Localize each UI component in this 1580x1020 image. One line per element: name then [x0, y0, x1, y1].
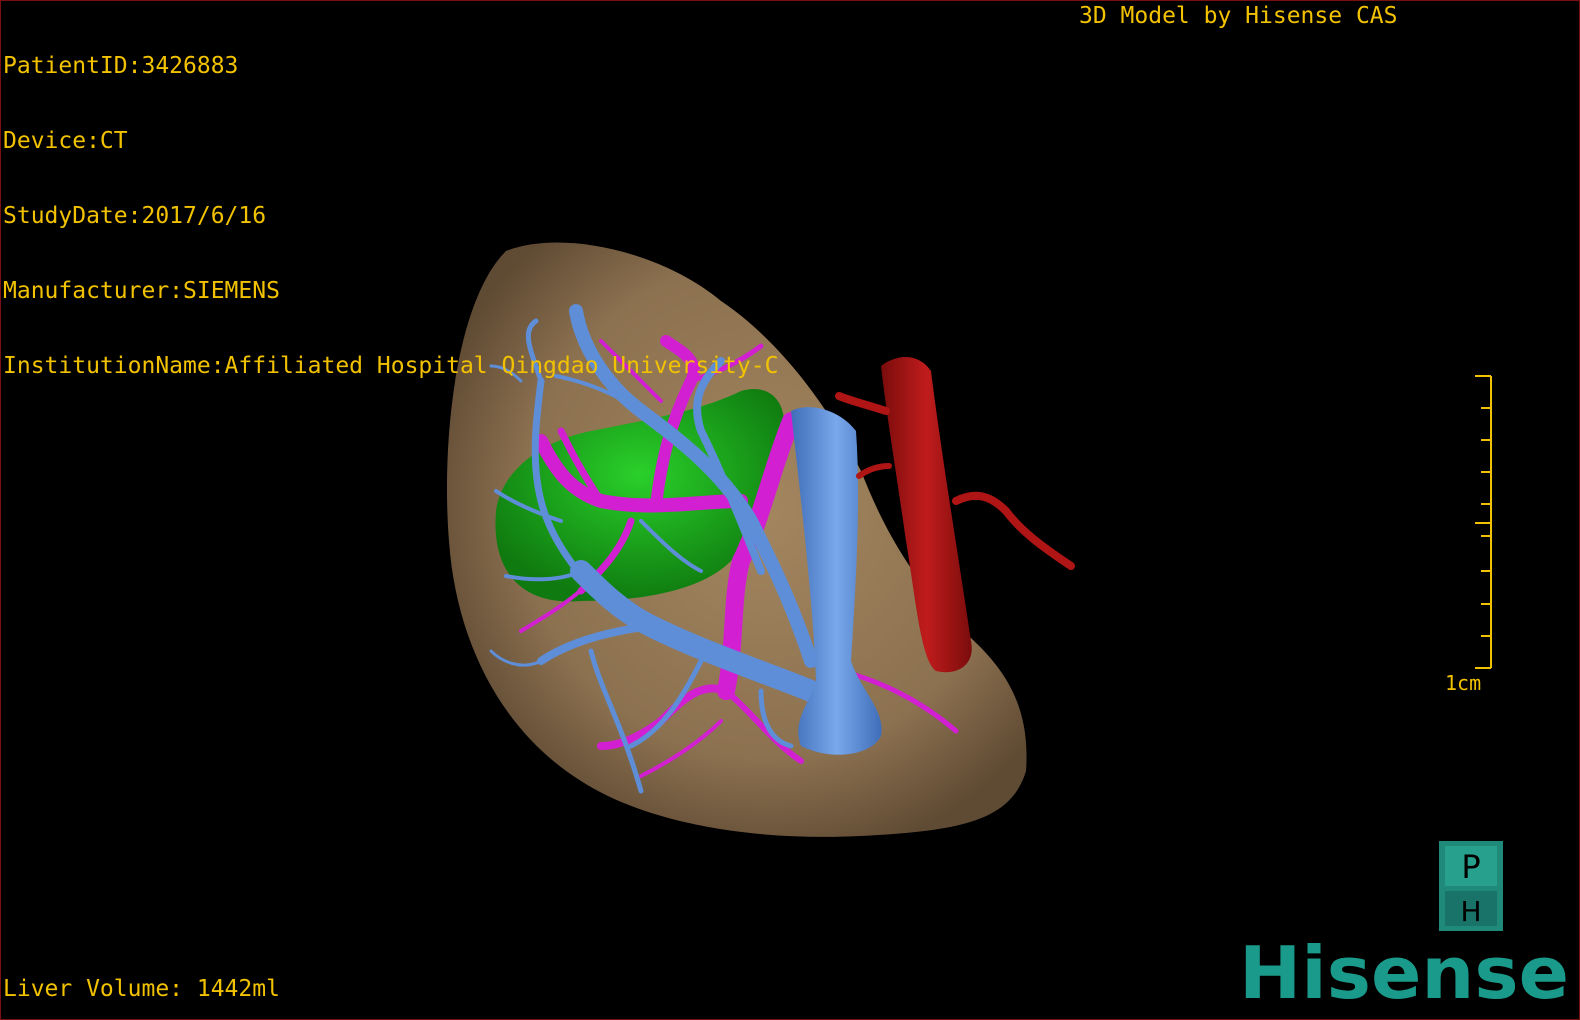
manufacturer-text: Manufacturer:SIEMENS	[3, 278, 280, 304]
liver-volume-text: Liver Volume: 1442ml	[3, 976, 280, 1002]
institution-name-text: InstitutionName:Affiliated Hospital Qing…	[3, 353, 779, 379]
orientation-cube[interactable]: P H	[1439, 841, 1503, 931]
3d-viewport[interactable]: PatientID:3426883 Device:CT StudyDate:20…	[0, 0, 1580, 1020]
dicom-info-block: PatientID:3426883 Device:CT StudyDate:20…	[3, 4, 778, 429]
device-text: Device:CT	[3, 128, 128, 154]
orientation-top-label: P	[1461, 848, 1480, 886]
hisense-logo: Hisense	[1239, 936, 1569, 1011]
patient-id-text: PatientID:3426883	[3, 53, 239, 79]
hisense-logo-text: Hisense	[1239, 936, 1569, 1011]
scale-ruler	[1475, 375, 1492, 669]
scale-label: 1cm	[1445, 671, 1482, 695]
study-date-text: StudyDate:2017/6/16	[3, 203, 267, 229]
model-credit-text: 3D Model by Hisense CAS	[1079, 3, 1398, 29]
orientation-bottom-label: H	[1460, 895, 1481, 928]
